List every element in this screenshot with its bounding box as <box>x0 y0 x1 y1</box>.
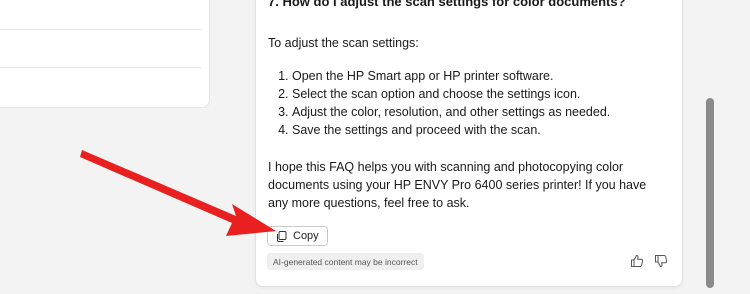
scrollbar-thumb[interactable] <box>706 98 714 288</box>
steps-list: Open the HP Smart app or HP printer soft… <box>270 67 610 139</box>
ai-disclaimer-badge: AI-generated content may be incorrect <box>267 253 424 270</box>
list-item: Adjust the color, resolution, and other … <box>292 103 610 121</box>
thumbs-down-icon[interactable] <box>654 254 668 268</box>
feedback-buttons <box>630 254 668 268</box>
divider <box>0 29 201 30</box>
closing-paragraph: I hope this FAQ helps you with scanning … <box>268 160 647 210</box>
previous-message-card <box>0 0 210 108</box>
copy-button-label: Copy <box>293 230 319 242</box>
list-item: Save the settings and proceed with the s… <box>292 121 610 139</box>
faq-question-heading: 7. How do I adjust the scan settings for… <box>268 0 626 9</box>
copy-icon <box>276 230 287 242</box>
list-item: Open the HP Smart app or HP printer soft… <box>292 67 610 85</box>
copy-button[interactable]: Copy <box>267 226 328 246</box>
thumbs-up-icon[interactable] <box>630 254 644 268</box>
response-intro: To adjust the scan settings: <box>268 36 419 50</box>
list-item: Select the scan option and choose the se… <box>292 85 610 103</box>
divider <box>0 67 201 68</box>
assistant-response-card: 7. How do I adjust the scan settings for… <box>255 0 683 287</box>
